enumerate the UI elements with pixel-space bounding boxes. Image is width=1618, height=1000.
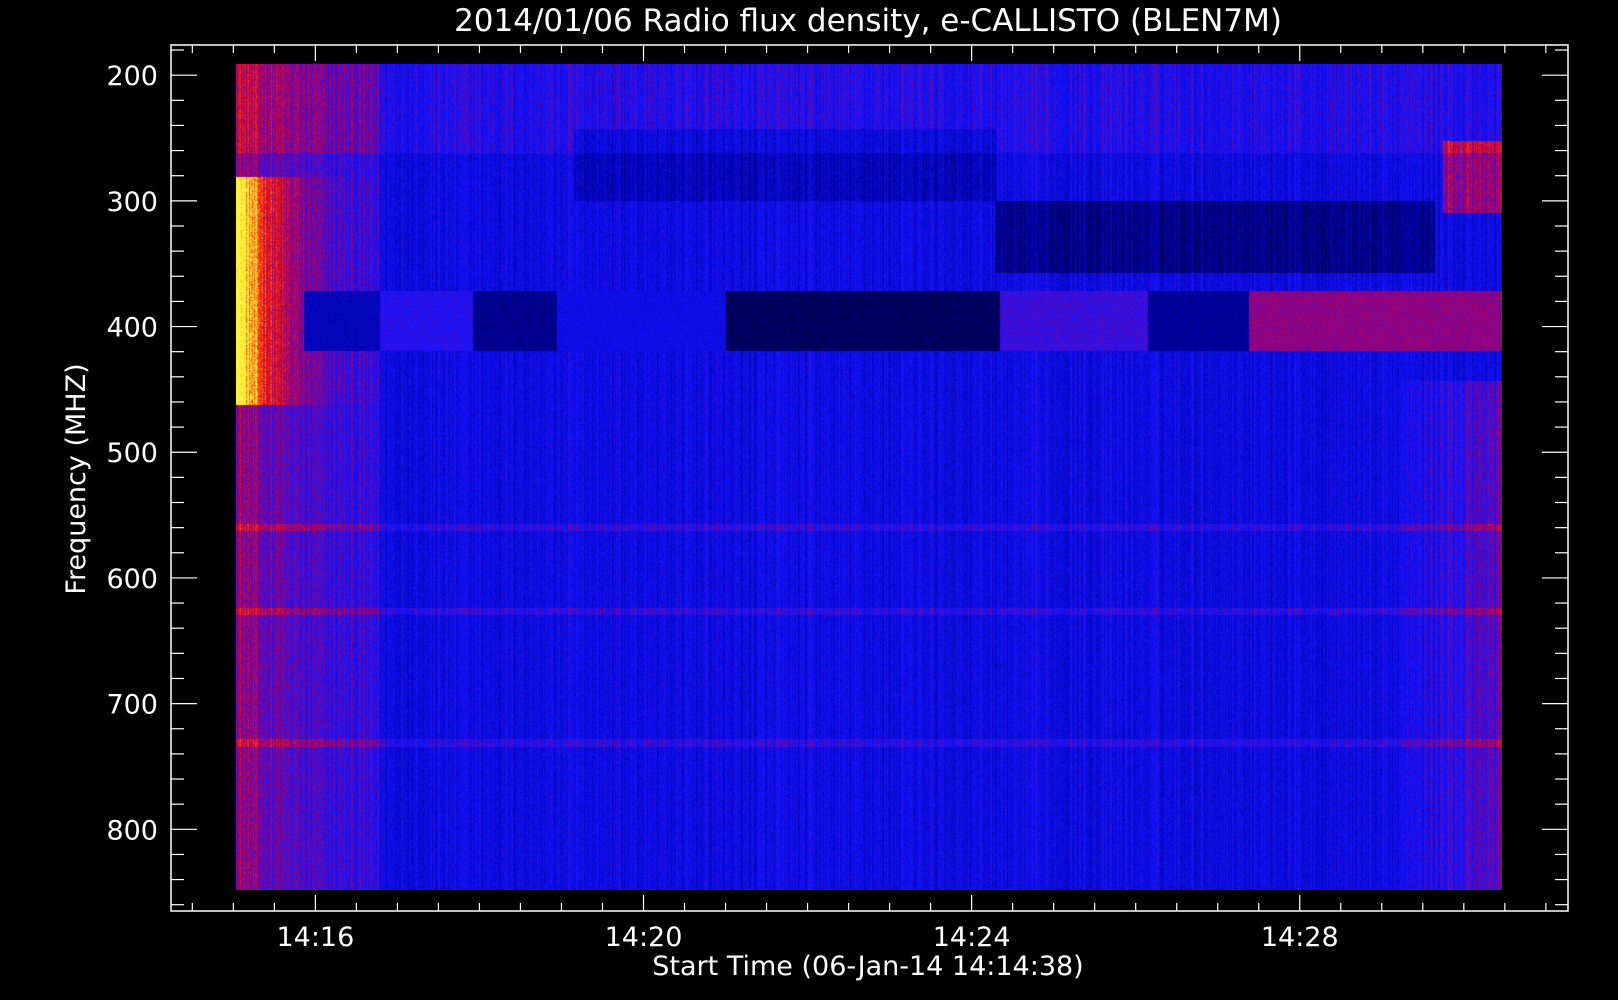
y-tick-label: 500	[106, 438, 158, 469]
y-axis-label: Frequency (MHZ)	[61, 363, 92, 594]
y-axis-ticks: 200 300 400 500 600 700 800	[106, 49, 1568, 906]
chart-title: 2014/01/06 Radio flux density, e-CALLIST…	[454, 3, 1282, 39]
y-tick-label: 200	[106, 61, 158, 92]
y-tick-label: 700	[106, 690, 158, 721]
axes-frame	[170, 44, 1569, 912]
chart-figure: 14:16 14:20 14:24 14:28 200 300 400 500 600 700 8…	[61, 3, 1569, 982]
y-tick-label: 800	[106, 815, 158, 846]
y-tick-label: 300	[106, 187, 158, 218]
y-tick-label: 600	[106, 564, 158, 595]
x-tick-label: 14:20	[605, 922, 683, 953]
plot-border	[170, 44, 1569, 912]
x-tick-label: 14:24	[933, 922, 1011, 953]
y-tick-label: 400	[106, 313, 158, 344]
x-tick-label: 14:16	[276, 922, 354, 953]
x-axis-label: Start Time (06-Jan-14 14:14:38)	[652, 951, 1083, 982]
x-axis-ticks: 14:16 14:20 14:24 14:28	[191, 45, 1547, 953]
x-tick-label: 14:28	[1261, 922, 1339, 953]
